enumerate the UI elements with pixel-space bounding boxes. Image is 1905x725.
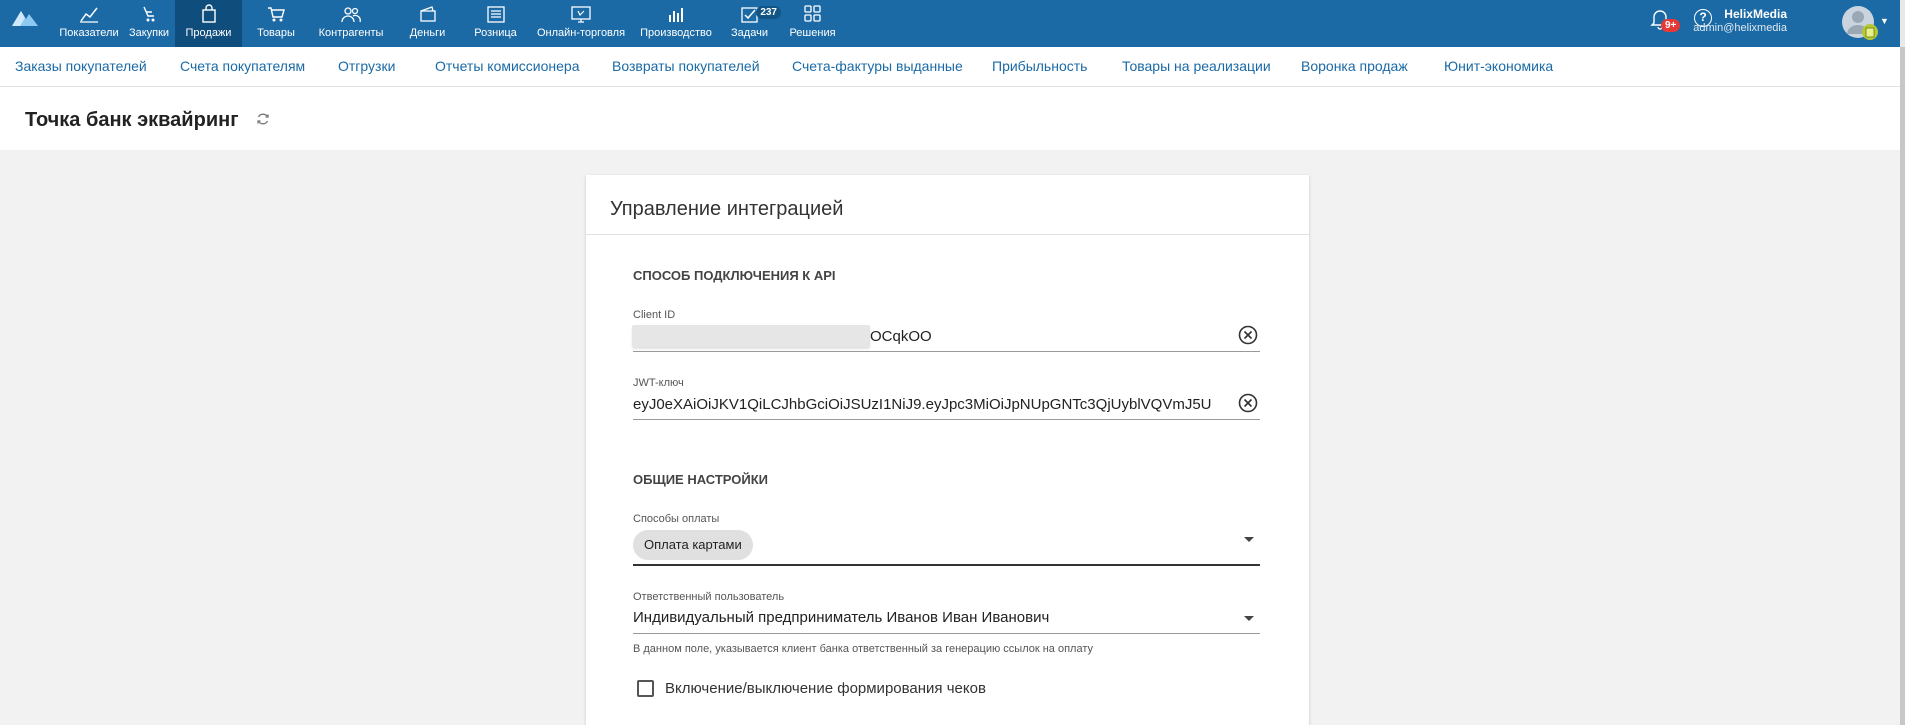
jwt-label: JWT-ключ xyxy=(633,377,684,389)
nav-label: Производство xyxy=(640,27,712,39)
people-icon xyxy=(341,7,361,23)
nav-item-tasks[interactable]: Задачи 237 xyxy=(718,0,781,47)
responsible-user-underline xyxy=(633,633,1260,634)
client-id-label: Client ID xyxy=(633,309,676,321)
receipts-checkbox-label[interactable]: Включение/выключение формирования чеков xyxy=(665,680,986,697)
subnav-commissioner-reports[interactable]: Отчеты комиссионера xyxy=(435,58,580,74)
bar-chart-icon xyxy=(669,8,683,22)
receipts-checkbox[interactable] xyxy=(637,680,654,697)
nav-item-indicators[interactable]: Показатели xyxy=(55,0,123,47)
payment-method-chip[interactable]: Оплата картами xyxy=(633,530,753,560)
nav-label: Деньги xyxy=(409,27,446,39)
purchase-icon xyxy=(143,6,155,22)
section-subnav: Заказы покупателей Счета покупателям Отг… xyxy=(0,47,1900,87)
nav-label: Решения xyxy=(789,27,836,39)
notifications-badge: 9+ xyxy=(1661,19,1681,32)
user-email[interactable]: admin@helixmedia xyxy=(1693,22,1787,34)
user-name[interactable]: HelixMedia xyxy=(1724,7,1787,21)
wallet-icon xyxy=(419,6,436,22)
nav-item-goods[interactable]: Товары xyxy=(242,0,310,47)
payment-methods-underline xyxy=(633,564,1260,566)
nav-label: Продажи xyxy=(185,27,232,39)
jwt-input[interactable]: eyJ0eXAiOiJKV1QiLCJhbGciOiJSUzI1NiJ9.eyJ… xyxy=(633,396,1232,413)
nav-label: Показатели xyxy=(59,27,119,39)
nav-item-retail[interactable]: Розница xyxy=(463,0,528,47)
nav-label: Товары xyxy=(257,27,295,39)
card-title: Управление интеграцией xyxy=(610,198,844,220)
nav-item-money[interactable]: Деньги xyxy=(392,0,463,47)
nav-label: Розница xyxy=(474,27,517,39)
cash-register-icon xyxy=(486,6,505,23)
shopping-bag-icon xyxy=(201,4,216,23)
page-title: Точка банк эквайринг xyxy=(25,109,239,131)
subnav-customer-invoices[interactable]: Счета покупателям xyxy=(180,58,305,74)
online-store-icon xyxy=(571,6,591,23)
card-header: Управление интеграцией xyxy=(586,175,1309,235)
nav-label: Онлайн-торговля xyxy=(536,27,626,39)
subnav-issued-invoices[interactable]: Счета-фактуры выданные xyxy=(792,58,963,74)
subnav-customer-orders[interactable]: Заказы покупателей xyxy=(15,58,147,74)
clear-client-id-icon[interactable] xyxy=(1238,325,1258,345)
tasks-count-badge: 237 xyxy=(756,6,781,19)
nav-item-production[interactable]: Производство xyxy=(634,0,718,47)
nav-item-sales[interactable]: Продажи xyxy=(175,0,242,47)
apps-grid-icon xyxy=(803,5,821,22)
api-section-title: СПОСОБ ПОДКЛЮЧЕНИЯ К API xyxy=(633,268,836,283)
jwt-underline xyxy=(633,419,1260,420)
responsible-user-label: Ответственный пользователь xyxy=(633,591,785,603)
clear-jwt-icon[interactable] xyxy=(1238,393,1258,413)
scrollbar-thumb[interactable] xyxy=(1900,47,1905,725)
nav-label: Контрагенты xyxy=(318,27,384,39)
general-section-title: ОБЩИЕ НАСТРОЙКИ xyxy=(633,472,769,487)
app-logo[interactable] xyxy=(10,8,40,28)
subnav-sales-funnel[interactable]: Воронка продаж xyxy=(1301,58,1408,74)
payment-methods-dropdown-icon[interactable] xyxy=(1244,537,1254,542)
chevron-down-icon[interactable]: ▼ xyxy=(1880,16,1889,26)
nav-item-solutions[interactable]: Решения xyxy=(781,0,844,47)
subnav-shipments[interactable]: Отгрузки xyxy=(338,58,395,74)
responsible-user-dropdown-icon[interactable] xyxy=(1244,616,1254,621)
nav-item-online-trade[interactable]: Онлайн-торговля xyxy=(528,0,634,47)
subnav-profitability[interactable]: Прибыльность xyxy=(992,58,1087,74)
subnav-customer-returns[interactable]: Возвраты покупателей xyxy=(612,58,760,74)
subnav-goods-on-sale[interactable]: Товары на реализации xyxy=(1122,58,1271,74)
responsible-user-select[interactable]: Индивидуальный предприниматель Иванов Ив… xyxy=(633,609,1223,626)
nav-item-purchases[interactable]: Закупки xyxy=(123,0,175,47)
refresh-icon[interactable] xyxy=(256,112,270,126)
subnav-unit-economics[interactable]: Юнит-экономика xyxy=(1444,58,1553,74)
main-nav: Показатели Закупки Продажи Товары Контра… xyxy=(55,0,844,47)
nav-item-contractors[interactable]: Контрагенты xyxy=(310,0,392,47)
client-id-underline xyxy=(633,351,1260,352)
redaction-mask xyxy=(632,325,870,347)
avatar[interactable] xyxy=(1842,3,1878,41)
nav-label: Закупки xyxy=(128,27,170,39)
integration-card: Управление интеграцией СПОСОБ ПОДКЛЮЧЕНИ… xyxy=(586,175,1309,725)
top-navigation-bar: Показатели Закупки Продажи Товары Контра… xyxy=(0,0,1905,47)
cart-icon xyxy=(268,7,285,22)
responsible-user-hint: В данном поле, указывается клиент банка … xyxy=(633,643,1093,655)
page-header: Точка банк эквайринг xyxy=(0,87,1900,150)
nav-label: Задачи xyxy=(731,27,768,39)
chart-line-icon xyxy=(80,7,98,23)
client-id-input[interactable]: OCqkOO xyxy=(870,328,1230,345)
payment-methods-label: Способы оплаты xyxy=(633,513,720,525)
